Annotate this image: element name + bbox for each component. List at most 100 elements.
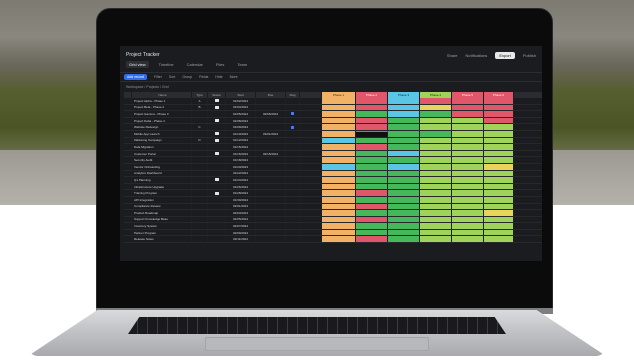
row-phase-cell[interactable] xyxy=(356,229,388,236)
row-phase-cell[interactable] xyxy=(388,236,420,243)
row-phase-cell[interactable] xyxy=(322,137,356,144)
row-phase-cell[interactable] xyxy=(484,130,514,137)
add-record-button[interactable]: Add record xyxy=(124,74,148,80)
row-phase-cell[interactable] xyxy=(322,144,356,150)
row-name[interactable]: Website Redesign xyxy=(132,124,192,130)
row-phase-cell[interactable] xyxy=(452,203,484,210)
table-row[interactable]: Mobile App Launch 01/10/2024 03/01/2024 xyxy=(124,130,542,138)
row-phase-cell[interactable] xyxy=(484,157,514,163)
row-phase-cell[interactable] xyxy=(484,190,514,196)
row-select-checkbox[interactable] xyxy=(124,150,132,157)
row-phase-cell[interactable] xyxy=(322,98,356,104)
row-phase-cell[interactable] xyxy=(356,124,388,130)
table-row[interactable]: Website Redesign C 01/09/2024 xyxy=(124,124,542,131)
row-phase-cell[interactable] xyxy=(356,203,388,210)
row-phase-cell[interactable] xyxy=(420,137,452,144)
table-row[interactable]: Release Notes 02/11/2024 xyxy=(124,236,542,244)
table-row[interactable]: Compliance Review 02/01/2024 xyxy=(124,203,542,211)
table-row[interactable]: Project Beta - Phase 2 B 01/04/2024 xyxy=(124,104,542,112)
row-phase-cell[interactable] xyxy=(356,150,388,157)
row-phase-cell[interactable] xyxy=(452,117,484,124)
row-phase-cell[interactable] xyxy=(420,190,452,196)
row-select-checkbox[interactable] xyxy=(124,216,132,223)
row-phase-cell[interactable] xyxy=(388,190,420,196)
row-select-checkbox[interactable] xyxy=(124,104,132,111)
row-select-checkbox[interactable] xyxy=(124,124,132,130)
row-name[interactable]: Product Roadmap xyxy=(132,210,192,216)
tab-files[interactable]: Files xyxy=(213,61,227,68)
row-phase-cell[interactable] xyxy=(322,111,356,117)
row-phase-cell[interactable] xyxy=(452,170,484,177)
row-phase-cell[interactable] xyxy=(484,117,514,124)
table-row[interactable]: Security Audit 01/18/2024 xyxy=(124,157,542,164)
row-phase-cell[interactable] xyxy=(420,210,452,216)
row-phase-cell[interactable] xyxy=(322,104,356,111)
sort-button[interactable]: Sort xyxy=(169,75,175,79)
row-phase-cell[interactable] xyxy=(388,111,420,117)
publish-button[interactable]: Publish xyxy=(523,53,536,58)
row-phase-cell[interactable] xyxy=(356,104,388,111)
row-phase-cell[interactable] xyxy=(484,170,514,177)
row-phase-cell[interactable] xyxy=(452,177,484,183)
row-phase-cell[interactable] xyxy=(322,210,356,216)
row-phase-cell[interactable] xyxy=(420,104,452,111)
row-phase-cell[interactable] xyxy=(356,130,388,137)
table-row[interactable]: Product Roadmap 02/03/2024 xyxy=(124,210,542,217)
row-phase-cell[interactable] xyxy=(484,163,514,170)
row-phase-cell[interactable] xyxy=(356,196,388,203)
row-phase-cell[interactable] xyxy=(322,183,356,190)
row-phase-cell[interactable] xyxy=(388,163,420,170)
row-select-checkbox[interactable] xyxy=(124,157,132,163)
row-phase-cell[interactable] xyxy=(452,144,484,150)
row-phase-cell[interactable] xyxy=(452,236,484,243)
row-phase-cell[interactable] xyxy=(420,98,452,104)
row-name[interactable]: Vendor Onboarding xyxy=(132,163,192,170)
row-name[interactable]: Infrastructure Upgrade xyxy=(132,183,192,190)
row-phase-cell[interactable] xyxy=(452,223,484,229)
table-row[interactable]: API Integration 01/30/2024 xyxy=(124,196,542,204)
row-phase-cell[interactable] xyxy=(322,216,356,223)
table-row[interactable]: Support Knowledge Base 02/05/2024 xyxy=(124,216,542,224)
table-row[interactable]: Data Migration 01/15/2024 xyxy=(124,144,542,151)
row-select-checkbox[interactable] xyxy=(124,196,132,203)
row-phase-cell[interactable] xyxy=(420,150,452,157)
row-select-checkbox[interactable] xyxy=(124,223,132,229)
row-phase-cell[interactable] xyxy=(420,170,452,177)
row-phase-cell[interactable] xyxy=(484,216,514,223)
row-phase-cell[interactable] xyxy=(388,183,420,190)
row-phase-cell[interactable] xyxy=(420,216,452,223)
row-phase-cell[interactable] xyxy=(322,150,356,157)
row-phase-cell[interactable] xyxy=(452,216,484,223)
row-phase-cell[interactable] xyxy=(388,216,420,223)
row-phase-cell[interactable] xyxy=(322,117,356,124)
row-name[interactable]: Analytics Dashboard xyxy=(132,170,192,177)
row-name[interactable]: Project Gamma - Phase 3 xyxy=(132,111,192,117)
row-phase-cell[interactable] xyxy=(452,98,484,104)
row-phase-cell[interactable] xyxy=(452,210,484,216)
row-phase-cell[interactable] xyxy=(356,177,388,183)
row-phase-cell[interactable] xyxy=(388,177,420,183)
row-phase-cell[interactable] xyxy=(484,223,514,229)
row-phase-cell[interactable] xyxy=(484,177,514,183)
row-phase-cell[interactable] xyxy=(356,216,388,223)
tab-grid-view[interactable]: Grid view xyxy=(126,61,149,68)
row-phase-cell[interactable] xyxy=(452,196,484,203)
row-select-checkbox[interactable] xyxy=(124,229,132,236)
row-phase-cell[interactable] xyxy=(452,137,484,144)
row-phase-cell[interactable] xyxy=(420,144,452,150)
row-phase-cell[interactable] xyxy=(388,196,420,203)
row-select-checkbox[interactable] xyxy=(124,98,132,104)
table-row[interactable]: Q1 Planning 01/24/2024 xyxy=(124,177,542,184)
row-phase-cell[interactable] xyxy=(356,157,388,163)
row-select-checkbox[interactable] xyxy=(124,111,132,117)
row-select-checkbox[interactable] xyxy=(124,236,132,243)
table-row[interactable]: Inventory System 02/07/2024 xyxy=(124,223,542,230)
row-phase-cell[interactable] xyxy=(356,111,388,117)
row-select-checkbox[interactable] xyxy=(124,210,132,216)
row-phase-cell[interactable] xyxy=(322,170,356,177)
row-phase-cell[interactable] xyxy=(322,223,356,229)
row-name[interactable]: Release Notes xyxy=(132,236,192,243)
table-row[interactable]: Marketing Campaign D 01/12/2024 xyxy=(124,137,542,145)
table-row[interactable]: Project Alpha - Phase 1 A 01/02/2024 xyxy=(124,98,542,105)
row-phase-cell[interactable] xyxy=(484,229,514,236)
